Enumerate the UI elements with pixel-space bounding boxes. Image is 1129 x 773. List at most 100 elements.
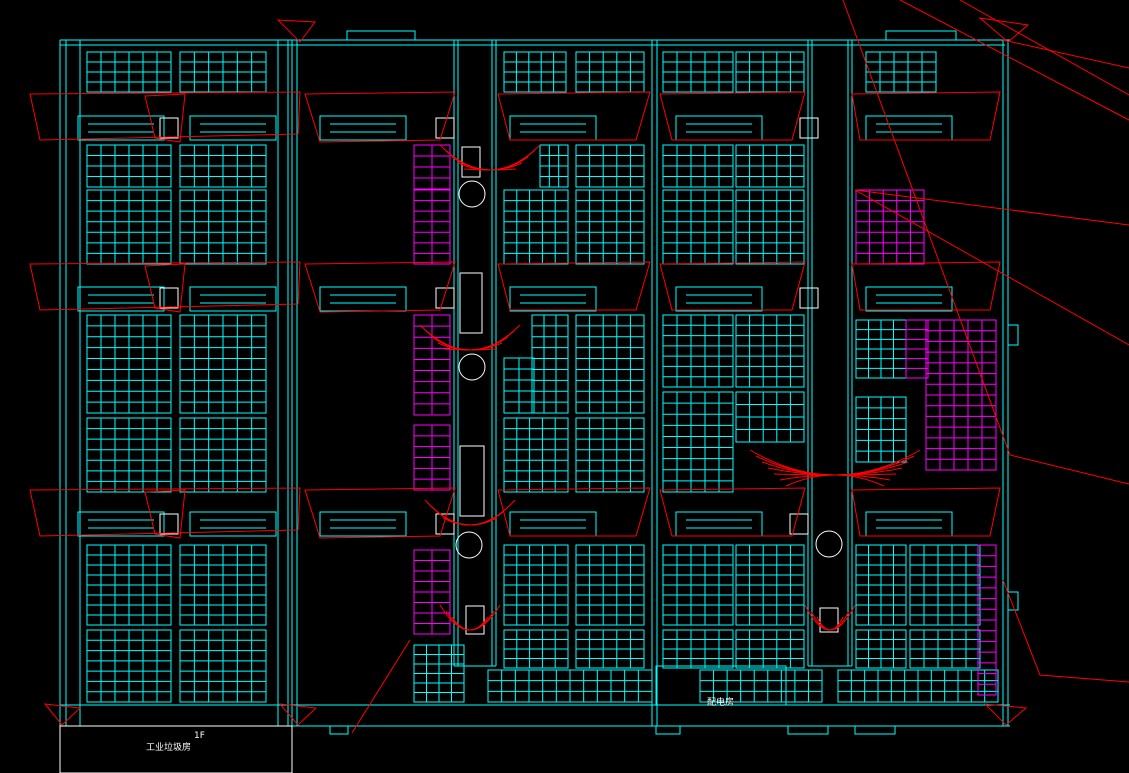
- equipment-strip: [865, 115, 953, 141]
- panel-array: [413, 644, 465, 703]
- panel-array: [662, 391, 734, 493]
- sun-path-fan: [425, 330, 515, 351]
- parapet-box: [346, 30, 416, 41]
- vent-circle: [458, 180, 486, 208]
- vent-circle: [458, 353, 486, 381]
- parapet-box: [885, 30, 957, 41]
- panel-array: [179, 314, 267, 414]
- panel-array: [575, 629, 645, 669]
- panel-array: [662, 51, 734, 93]
- panel-array: [503, 544, 569, 626]
- panel-array: [575, 314, 645, 414]
- junction-box: [799, 117, 819, 139]
- panel-array: [539, 144, 569, 188]
- panel-array: [735, 189, 805, 265]
- panel-array: [575, 189, 645, 265]
- equipment-box: [459, 272, 483, 334]
- sun-path-fan: [755, 455, 915, 476]
- panel-array: [855, 189, 925, 265]
- junction-box: [789, 513, 809, 535]
- panel-array: [86, 189, 172, 265]
- sun-path-fan: [442, 517, 498, 526]
- panel-array: [575, 544, 645, 626]
- panel-array: [179, 51, 267, 93]
- panel-array: [503, 629, 569, 669]
- sun-path-fan: [443, 348, 497, 351]
- corner-marker: [43, 703, 82, 726]
- equipment-strip: [865, 286, 953, 312]
- red-markup-layer: [29, 0, 1129, 734]
- panel-array: [179, 417, 267, 493]
- shadow-band: [304, 91, 456, 143]
- panel-array: [179, 144, 267, 188]
- panel-array: [503, 357, 535, 414]
- room-label-power-distribution: 配电房: [707, 698, 735, 708]
- equipment-strip: [319, 286, 407, 312]
- corner-marker: [278, 703, 318, 726]
- equipment-strip: [319, 115, 407, 141]
- panel-array: [837, 669, 999, 703]
- panel-array: [662, 189, 734, 265]
- panel-grid-layer: [77, 51, 999, 703]
- equipment-strip: [675, 286, 763, 312]
- sun-path-fan: [761, 461, 909, 476]
- sun-ray-line: [959, 0, 1129, 96]
- sun-path-fan: [816, 616, 844, 631]
- panel-array: [662, 144, 734, 188]
- panel-array: [413, 314, 451, 416]
- panel-array: [179, 629, 267, 703]
- junction-box: [799, 287, 819, 309]
- panel-array: [413, 424, 451, 491]
- panel-array: [179, 544, 267, 626]
- junction-box: [435, 117, 455, 139]
- panel-array: [662, 629, 734, 669]
- sun-path-fan: [445, 150, 535, 171]
- panel-array: [977, 544, 997, 696]
- sun-path-fan: [451, 156, 529, 171]
- panel-array: [735, 391, 805, 443]
- panel-array: [86, 629, 172, 703]
- bottom-box: [655, 725, 681, 735]
- panel-array: [662, 544, 734, 626]
- panel-array: [735, 544, 805, 626]
- sun-path-fan: [463, 168, 517, 171]
- equipment-strip: [865, 511, 953, 537]
- corner-marker: [978, 17, 1030, 43]
- floor-label: 1F: [194, 731, 205, 741]
- panel-array: [855, 396, 907, 463]
- panel-array: [503, 51, 567, 93]
- equipment-strip: [509, 511, 597, 537]
- junction-box: [159, 287, 179, 309]
- bottom-box: [329, 725, 349, 735]
- sun-ray-line: [854, 189, 1129, 346]
- equipment-strip: [675, 511, 763, 537]
- junction-box: [159, 117, 179, 139]
- panel-array: [855, 544, 907, 626]
- junction-box: [435, 287, 455, 309]
- sun-ray-line: [854, 189, 1129, 226]
- panel-array: [86, 51, 172, 93]
- cad-floor-plan[interactable]: [0, 0, 1129, 773]
- panel-array: [86, 417, 172, 493]
- panel-array: [86, 144, 172, 188]
- vent-circle: [455, 531, 483, 559]
- panel-array: [487, 669, 653, 703]
- sun-path-fan: [445, 610, 495, 631]
- equipment-box: [461, 146, 481, 178]
- panel-array: [503, 417, 569, 493]
- panel-array: [865, 51, 937, 93]
- equipment-strip: [675, 115, 763, 141]
- panel-array: [855, 629, 907, 669]
- room-label-industrial-waste: 工业垃圾房: [146, 743, 192, 753]
- panel-array: [413, 549, 451, 635]
- panel-array: [905, 319, 929, 379]
- equipment-strip: [319, 511, 407, 537]
- panel-array: [575, 144, 645, 188]
- panel-array: [909, 544, 981, 626]
- sun-ray-line: [1002, 579, 1129, 683]
- sun-path-fan: [439, 604, 501, 631]
- sun-path-fan: [451, 616, 489, 631]
- corner-marker: [983, 703, 1028, 726]
- panel-array: [86, 314, 172, 414]
- sun-path-fan: [779, 474, 891, 481]
